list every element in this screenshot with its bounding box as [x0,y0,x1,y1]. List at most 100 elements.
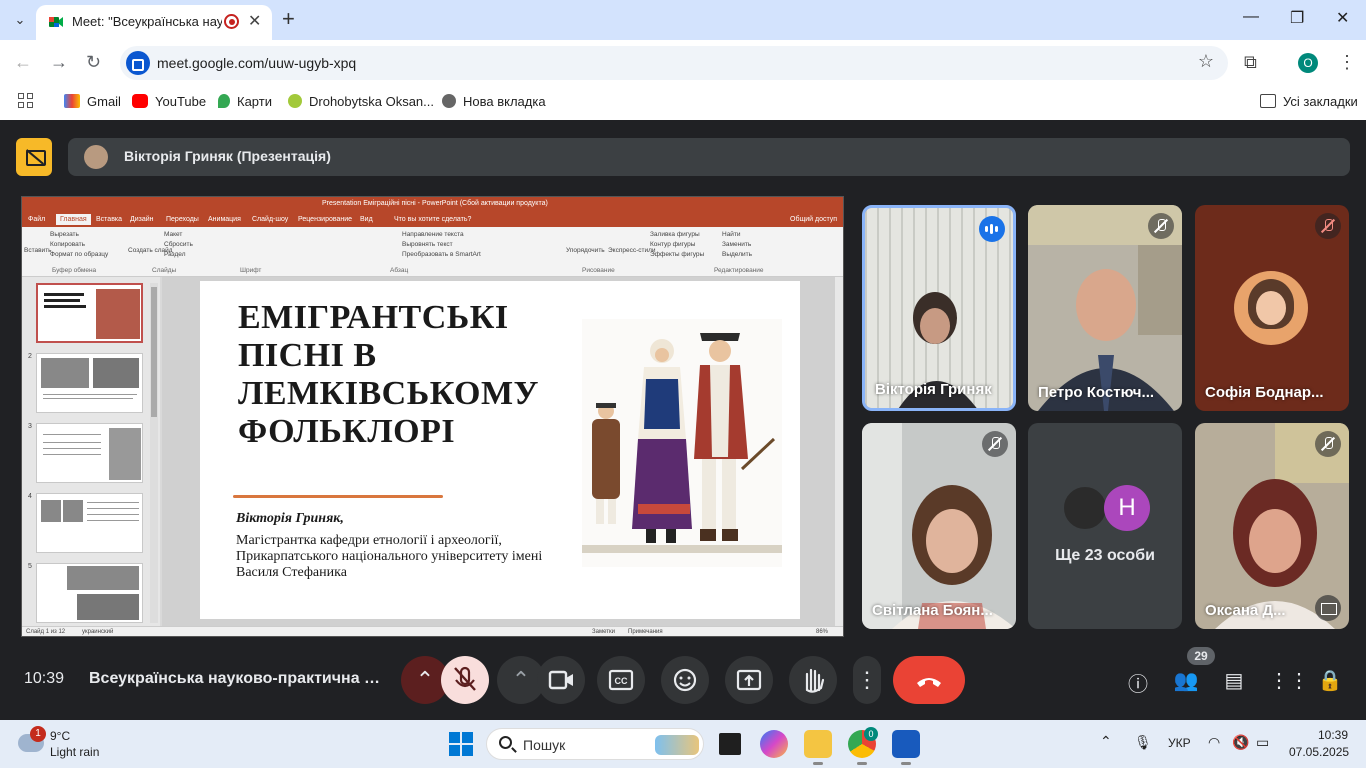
participant-tile[interactable]: Світлана Боян... [862,423,1016,629]
tray-chevron-icon[interactable]: ⌃ [1100,733,1112,750]
ribbon-cut: Вырезать [50,231,79,238]
ribbon-effects: Эффекты фигуры [650,251,705,258]
ppt-share: Общий доступ [790,216,838,223]
more-options-button[interactable]: ⋮ [853,656,881,704]
participant-name: Оксана Д... [1205,602,1286,619]
forward-icon[interactable]: → [50,52,68,73]
ppt-tab-review: Рецензирование [298,216,353,223]
present-screen-button[interactable] [725,656,773,704]
slide-canvas: ЕМІГРАНТСЬКІ ПІСНІ В ЛЕМКІВСЬКОМУ ФОЛЬКЛ… [162,277,842,626]
all-bookmarks[interactable]: Усі закладки [1260,94,1358,109]
apps-grid-icon[interactable] [18,93,34,109]
microphone-tray-icon[interactable]: 🎙 [1134,734,1152,751]
activities-icon[interactable]: ⋮⋮ [1269,668,1309,692]
browser-toolbar: ← → ↻ meet.google.com/uuw-ugyb-xpq ☆ ⧉ O… [0,40,1366,86]
globe-icon [442,94,456,108]
maps-icon [218,94,230,108]
slide-divider [233,495,443,498]
restore-icon[interactable]: ❐ [1290,8,1304,28]
bookmark-drohobytska[interactable]: Drohobytska Oksan... [288,94,434,109]
ribbon-replace: Заменить [722,241,752,248]
word-icon[interactable] [892,730,920,765]
ppt-tab-insert: Вставка [96,216,123,223]
picture-in-picture-icon[interactable] [1315,595,1341,621]
mic-off-icon [982,431,1008,457]
participant-tile[interactable]: Вікторія Гриняк [862,205,1016,411]
ribbon-reset: Сбросить [164,241,193,248]
bookmark-new-tab[interactable]: Нова вкладка [442,94,546,109]
participant-tile[interactable]: Оксана Д... [1195,423,1349,629]
search-label: Пошук [523,737,566,753]
participant-name: Софія Боднар... [1205,384,1324,401]
leave-call-button[interactable] [893,656,965,704]
slide-number: 5 [28,563,32,570]
new-tab-button[interactable]: + [282,6,295,32]
microphone-button[interactable] [441,656,489,704]
ribbon-select: Выделить [722,251,752,258]
task-view-icon[interactable] [716,730,744,758]
bookmark-gmail[interactable]: Gmail [64,94,121,109]
participant-avatar: Н [1104,485,1150,531]
taskbar-date[interactable]: 07.05.2025 [1289,745,1349,759]
profile-avatar[interactable]: O [1298,53,1318,73]
slide-title-line: ПІСНІ В [238,337,377,374]
wifi-icon[interactable]: ◠ [1208,734,1220,751]
bookmark-maps[interactable]: Карти [218,94,272,109]
emoji-icon [673,668,697,692]
file-explorer-icon[interactable] [804,730,832,765]
back-icon[interactable]: ← [14,52,32,73]
reload-icon[interactable]: ↻ [86,52,101,73]
taskbar-time[interactable]: 10:39 [1318,728,1348,742]
search-icon [499,736,512,749]
present-off-icon[interactable] [16,138,52,176]
battery-icon[interactable]: ▭ [1256,734,1269,751]
others-tile[interactable]: Н Ще 23 особи [1028,423,1182,629]
host-controls-icon[interactable]: 🔒 [1317,668,1343,692]
close-window-icon[interactable]: ✕ [1336,8,1349,28]
meeting-title: Всеукраїнська науково-практична к... [89,670,381,687]
tab-close-icon[interactable]: ✕ [248,11,261,31]
chat-icon[interactable]: ▤ [1221,668,1247,692]
extensions-icon[interactable]: ⧉ [1244,52,1257,73]
tab-meet[interactable]: Meet: "Всеукраїнська науко ✕ [36,5,272,40]
ribbon-layout: Макет [164,231,183,238]
bookmark-youtube[interactable]: YouTube [132,94,206,109]
slide-title: ЕМІГРАНТСЬКІ ПІСНІ В ЛЕМКІВСЬКОМУ ФОЛЬКЛ… [238,299,568,451]
status-lang: украинский [82,629,114,635]
participant-tile[interactable]: Петро Костюч... [1028,205,1182,411]
ribbon-group-clipboard: Буфер обмена [52,267,97,274]
bookmark-star-icon[interactable]: ☆ [1198,51,1214,72]
slide-number: 4 [28,493,32,500]
slide: ЕМІГРАНТСЬКІ ПІСНІ В ЛЕМКІВСЬКОМУ ФОЛЬКЛ… [200,281,800,619]
captions-button[interactable]: CC [597,656,645,704]
participant-avatar [1234,271,1308,345]
windows-start-icon[interactable] [449,732,473,756]
meeting-info-icon[interactable]: ⓘ [1125,668,1151,696]
taskbar-search[interactable]: Пошук [486,728,704,760]
slide-thumb-2 [36,353,143,413]
browser-menu-icon[interactable]: ⋮ [1338,52,1356,73]
keyboard-language[interactable]: УКР [1168,736,1191,750]
camera-button[interactable] [537,656,585,704]
google-meet-icon [49,17,63,27]
tab-search-chevron-icon[interactable]: ⌄ [8,8,32,32]
volume-mute-icon[interactable]: 🔇 [1232,734,1249,751]
raise-hand-button[interactable] [789,656,837,704]
minimize-icon[interactable]: — [1243,8,1259,26]
ppt-tellme: Что вы хотите сделать? [394,216,472,223]
thumbnail-scrollbar [150,283,158,623]
address-bar[interactable]: meet.google.com/uuw-ugyb-xpq ☆ [120,46,1228,80]
participant-tile[interactable]: Софія Боднар... [1195,205,1349,411]
gmail-icon [64,94,80,108]
speaking-indicator-icon [979,216,1005,242]
bookmarks-bar: Gmail YouTube Карти Drohobytska Oksan...… [0,86,1366,120]
site-info-icon[interactable] [126,51,150,75]
mic-off-icon [1148,213,1174,239]
ribbon-find: Найти [722,231,741,238]
copilot-icon[interactable] [760,730,788,758]
hang-up-icon [917,678,941,687]
reactions-button[interactable] [661,656,709,704]
participant-avatar [1062,485,1108,531]
ribbon-format: Формат по образцу [50,251,109,258]
people-icon[interactable]: 👥 [1173,668,1199,692]
